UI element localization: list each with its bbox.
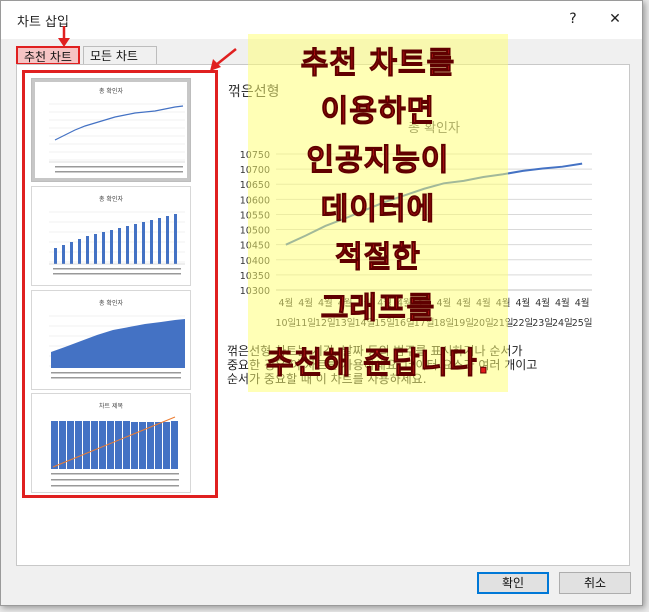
annotation-line-3: 인공지능이	[306, 143, 450, 179]
thumbnail-line-chart[interactable]: 총 확인자	[31, 78, 191, 182]
thumbnail-bar-plot	[49, 211, 185, 275]
arrow-to-thumbnails-icon	[210, 48, 237, 71]
tab-all-charts[interactable]: 모든 차트	[83, 46, 157, 65]
x-tick-label: 4월 22일	[512, 297, 533, 329]
annotation-line-7: 추천해 준답니다.	[265, 346, 491, 382]
thumbnail-combo-chart[interactable]: 차트 제목	[31, 393, 191, 493]
thumbnail-combo-inner: 차트 제목	[35, 397, 187, 489]
tab-recommended-charts[interactable]: 추천 차트	[16, 46, 80, 65]
x-tick-label: 4월 24일	[552, 297, 573, 329]
arrow-to-tab-icon	[58, 26, 70, 47]
annotation-line-4: 데이터에	[320, 192, 436, 228]
help-button[interactable]: ?	[563, 9, 583, 29]
cancel-button[interactable]: 취소	[559, 572, 631, 594]
thumbnail-bar-chart[interactable]: 총 확인자	[31, 186, 191, 286]
thumbnail-area-inner: 총 확인자	[35, 294, 187, 386]
ok-button[interactable]: 확인	[477, 572, 549, 594]
thumbnail-bar-inner: 총 확인자	[35, 190, 187, 282]
x-tick-label: 4월 25일	[572, 297, 593, 329]
thumbnail-area-plot	[49, 315, 185, 379]
thumbnail-line-inner: 총 확인자	[35, 82, 187, 178]
annotation-line-6: 그래프를	[320, 291, 436, 327]
thumbnail-line-plot	[49, 103, 185, 173]
close-button[interactable]: ✕	[605, 9, 625, 29]
annotation-line-5: 적절한	[335, 240, 421, 276]
annotation-line-1: 추천 차트를	[300, 46, 456, 82]
thumbnail-combo-plot	[51, 416, 179, 487]
thumbnail-area-chart[interactable]: 총 확인자	[31, 290, 191, 390]
x-tick-label: 4월 23일	[532, 297, 553, 329]
annotation-line-2: 이용하면	[320, 94, 436, 130]
